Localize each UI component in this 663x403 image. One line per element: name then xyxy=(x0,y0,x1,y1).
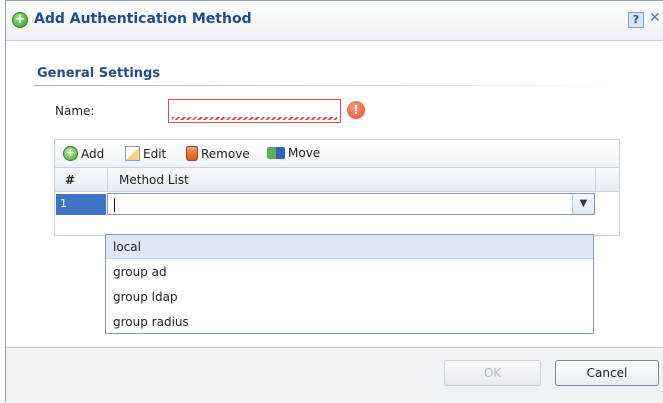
dialog-footer: OK Cancel xyxy=(6,347,663,403)
add-button-label: Add xyxy=(81,146,105,161)
grid-header-row: # Method List xyxy=(55,168,619,192)
move-button-label: Move xyxy=(288,146,321,160)
method-select[interactable]: ▼ xyxy=(107,193,595,215)
dropdown-option-local[interactable]: local xyxy=(106,235,593,259)
dialog-titlebar: + Add Authentication Method ? ✕ xyxy=(6,1,663,41)
dropdown-option-group-ldap[interactable]: group ldap xyxy=(106,285,593,309)
remove-button-label: Remove xyxy=(201,146,250,161)
remove-button[interactable]: Remove xyxy=(186,146,250,161)
cancel-button[interactable]: Cancel xyxy=(555,360,659,386)
add-circle-icon: + xyxy=(12,12,28,28)
add-button[interactable]: + Add xyxy=(63,146,104,161)
ok-button[interactable]: OK xyxy=(444,360,541,386)
edit-button[interactable]: Edit xyxy=(125,146,166,161)
grid-toolbar: + Add Edit Remove Move xyxy=(55,140,619,168)
table-row[interactable]: 1 ▼ xyxy=(55,192,619,217)
name-label: Name: xyxy=(55,104,95,118)
column-header-index: # xyxy=(65,173,76,187)
edit-icon xyxy=(125,146,140,161)
chevron-down-icon[interactable]: ▼ xyxy=(572,194,594,214)
edit-button-label: Edit xyxy=(143,146,167,161)
dialog-content: General Settings Name: ! + Add Edit Remo… xyxy=(6,41,663,347)
text-caret xyxy=(114,198,115,212)
row-index-cell[interactable]: 1 xyxy=(56,194,106,215)
error-icon: ! xyxy=(347,101,365,119)
close-icon[interactable]: ✕ xyxy=(649,10,661,26)
move-icon xyxy=(267,147,285,159)
add-icon: + xyxy=(63,146,78,161)
method-list-grid: + Add Edit Remove Move # Method List 1 ▼ xyxy=(54,139,620,236)
method-dropdown-list: local group ad group ldap group radius xyxy=(105,234,594,334)
add-authentication-method-dialog: + Add Authentication Method ? ✕ General … xyxy=(5,0,663,403)
column-divider xyxy=(107,168,108,192)
column-divider xyxy=(595,168,596,192)
dropdown-option-group-radius[interactable]: group radius xyxy=(106,310,593,334)
trash-icon xyxy=(186,146,198,161)
dropdown-option-group-ad[interactable]: group ad xyxy=(106,260,593,284)
move-button[interactable]: Move xyxy=(267,146,320,160)
column-header-method-list: Method List xyxy=(119,173,189,187)
dialog-title: Add Authentication Method xyxy=(34,11,252,27)
section-title-general-settings: General Settings xyxy=(37,66,161,81)
name-input-error-underline xyxy=(172,117,337,120)
help-button[interactable]: ? xyxy=(628,12,644,28)
section-divider xyxy=(34,85,634,86)
